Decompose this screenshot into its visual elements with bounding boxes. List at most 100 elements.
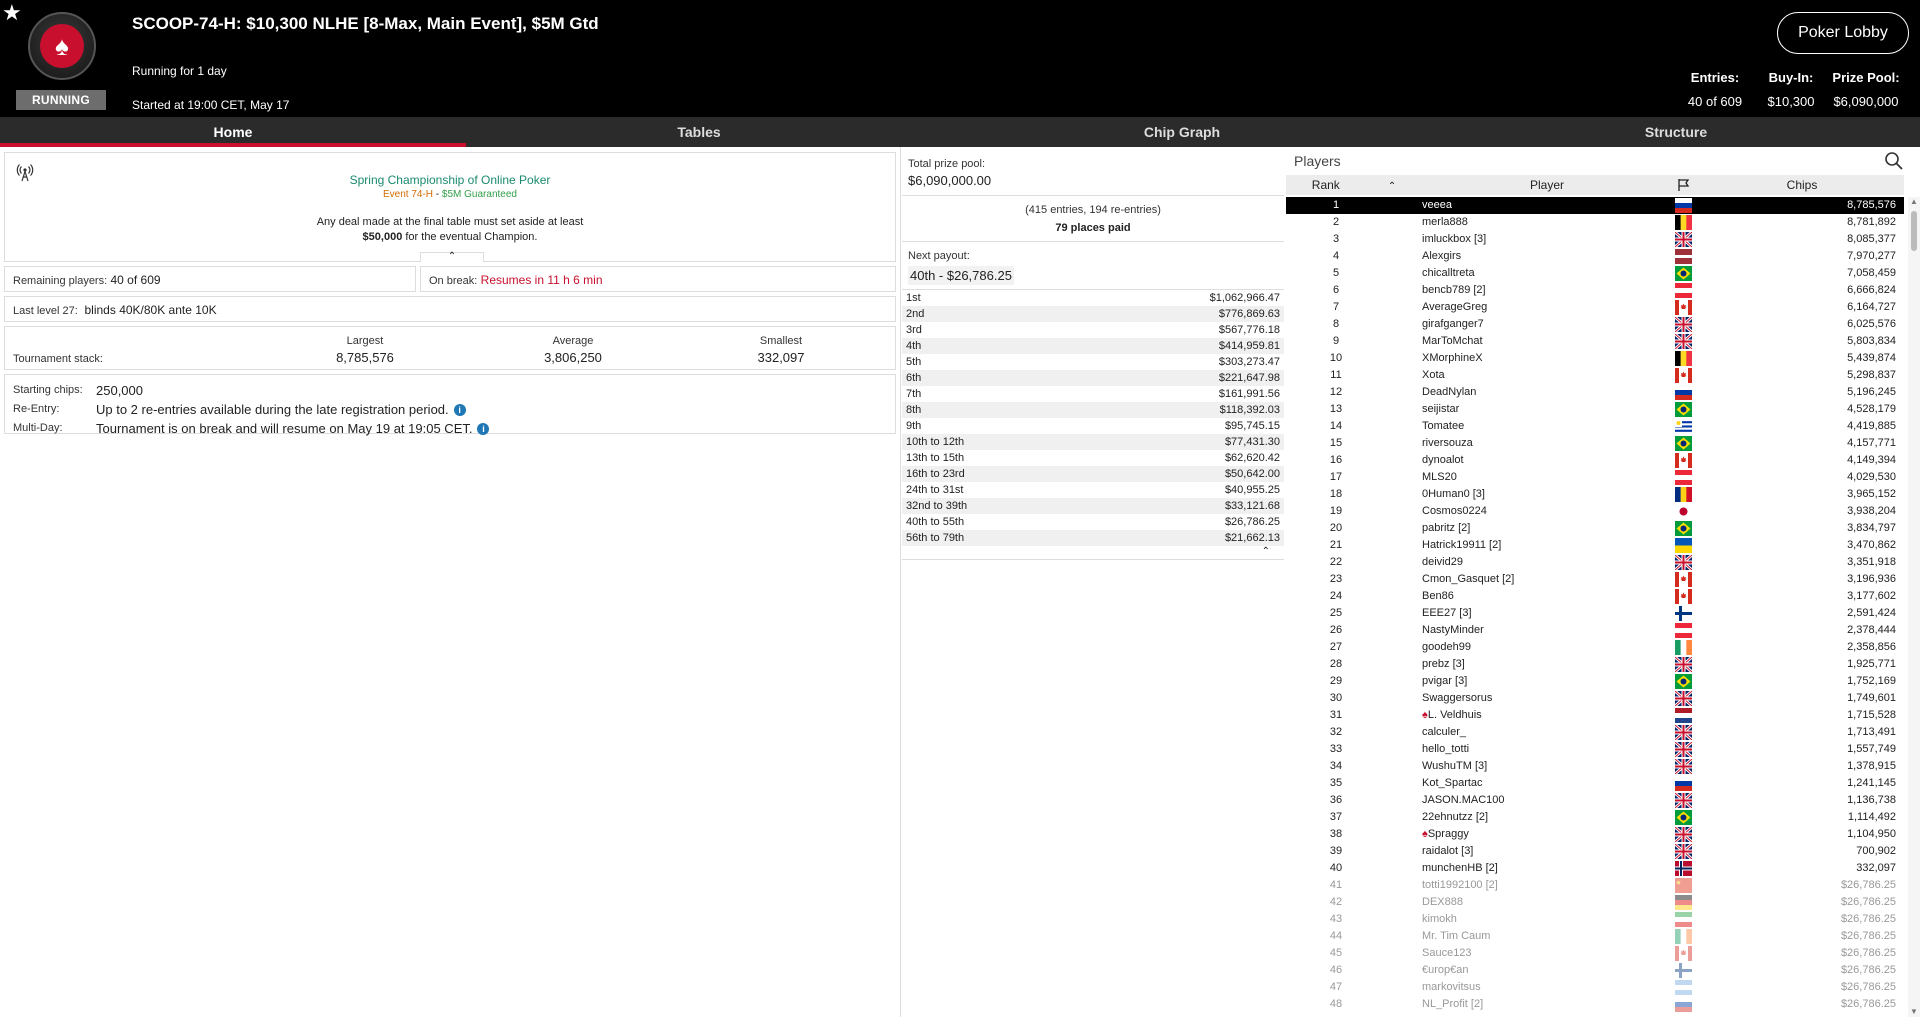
collapse-payouts-button[interactable]: ⌃ <box>902 546 1284 560</box>
player-row[interactable]: 11 Xota 5,298,837 <box>1286 367 1904 384</box>
player-name-cell: veeea <box>1422 197 1452 214</box>
tab-chip-graph[interactable]: Chip Graph <box>932 117 1432 147</box>
player-name-cell: Mr. Tim Caum <box>1422 928 1490 945</box>
player-row[interactable]: 42 DEX888 $26,786.25 <box>1286 894 1904 911</box>
player-row[interactable]: 3 imluckbox [3] 8,085,377 <box>1286 231 1904 248</box>
player-row[interactable]: 14 Tomatee 4,419,885 <box>1286 418 1904 435</box>
search-icon[interactable] <box>1884 151 1904 171</box>
player-row[interactable]: 40 munchenHB [2] 332,097 <box>1286 860 1904 877</box>
player-row[interactable]: 27 goodeh99 2,358,856 <box>1286 639 1904 656</box>
tab-tables[interactable]: Tables <box>466 117 932 147</box>
player-row[interactable]: 28 prebz [3] 1,925,771 <box>1286 656 1904 673</box>
gb-flag-icon <box>1675 334 1692 349</box>
player-row[interactable]: 17 MLS20 4,029,530 <box>1286 469 1904 486</box>
players-list: 1 veeea 8,785,576 2 merla888 8,781,892 3 imluck… <box>1286 197 1904 1013</box>
player-rank: 18 <box>1329 488 1343 500</box>
player-row[interactable]: 18 0Human0 [3] 3,965,152 <box>1286 486 1904 503</box>
payout-row: 5th $303,273.47 <box>902 354 1284 370</box>
players-title: Players <box>1294 153 1341 169</box>
payout-row: 3rd $567,776.18 <box>902 322 1284 338</box>
player-row[interactable]: 36 JASON.MAC100 1,136,738 <box>1286 792 1904 809</box>
player-row[interactable]: 39 raidalot [3] 700,902 <box>1286 843 1904 860</box>
chips-column-header[interactable]: Chips <box>1702 175 1902 195</box>
flag-icon <box>1678 179 1690 191</box>
player-name-cell: totti1992100 [2] <box>1422 877 1498 894</box>
player-row[interactable]: 33 hello_totti 1,557,749 <box>1286 741 1904 758</box>
player-row[interactable]: 10 XMorphineX 5,439,874 <box>1286 350 1904 367</box>
gb-flag-icon <box>1675 691 1692 706</box>
player-row[interactable]: 37 22ehnutzz [2] 1,114,492 <box>1286 809 1904 826</box>
next-payout: Next payout: 40th - $26,786.25 <box>902 242 1284 290</box>
scroll-thumb[interactable] <box>1911 211 1917 251</box>
player-row[interactable]: 20 pabritz [2] 3,834,797 <box>1286 520 1904 537</box>
info-icon[interactable]: i <box>477 423 490 435</box>
player-name-cell: dynoalot <box>1422 452 1464 469</box>
player-row[interactable]: 47 markovitsus $26,786.25 <box>1286 979 1904 996</box>
player-row[interactable]: 6 bencb789 [2] 6,666,824 <box>1286 282 1904 299</box>
player-row[interactable]: 38 ♠Spraggy 1,104,950 <box>1286 826 1904 843</box>
player-row[interactable]: 4 Alexgirs 7,970,277 <box>1286 248 1904 265</box>
player-row[interactable]: 2 merla888 8,781,892 <box>1286 214 1904 231</box>
player-row[interactable]: 23 Cmon_Gasquet [2] 3,196,936 <box>1286 571 1904 588</box>
player-row[interactable]: 44 Mr. Tim Caum $26,786.25 <box>1286 928 1904 945</box>
player-row[interactable]: 32 calculer_ 1,713,491 <box>1286 724 1904 741</box>
collapse-announcement-button[interactable]: ⌃ <box>420 252 484 262</box>
player-row[interactable]: 19 Cosmos0224 3,938,204 <box>1286 503 1904 520</box>
player-row[interactable]: 26 NastyMinder 2,378,444 <box>1286 622 1904 639</box>
player-name-cell: Ben86 <box>1422 588 1454 605</box>
player-row[interactable]: 29 pvigar [3] 1,752,169 <box>1286 673 1904 690</box>
player-row[interactable]: 16 dynoalot 4,149,394 <box>1286 452 1904 469</box>
player-chips: 4,419,885 <box>1847 420 1896 432</box>
player-name-cell: Xota <box>1422 367 1445 384</box>
player-row[interactable]: 1 veeea 8,785,576 <box>1286 197 1904 214</box>
players-scrollbar[interactable]: ▲ ▼ <box>1908 197 1920 1017</box>
player-row[interactable]: 30 Swaggersorus 1,749,601 <box>1286 690 1904 707</box>
scroll-up-icon[interactable]: ▲ <box>1909 197 1919 207</box>
player-row[interactable]: 24 Ben86 3,177,602 <box>1286 588 1904 605</box>
player-row[interactable]: 43 kimokh $26,786.25 <box>1286 911 1904 928</box>
player-row[interactable]: 41 totti1992100 [2] $26,786.25 <box>1286 877 1904 894</box>
info-icon[interactable]: i <box>453 404 466 416</box>
flag-column-header[interactable] <box>1674 175 1694 195</box>
rank-column-header[interactable]: Rank ⌃ <box>1286 175 1422 195</box>
gb-flag-icon <box>1675 232 1692 247</box>
tab-home[interactable]: Home <box>0 117 466 147</box>
players-table-header: Rank ⌃ Player Chips <box>1286 175 1904 195</box>
last-level: Last level 27: blinds 40K/80K ante 10K <box>4 296 896 322</box>
player-row[interactable]: 9 MarToMchat 5,803,834 <box>1286 333 1904 350</box>
player-row[interactable]: 5 chicalltreta 7,058,459 <box>1286 265 1904 282</box>
player-chips: 7,970,277 <box>1847 250 1896 262</box>
player-rank: 44 <box>1329 930 1343 942</box>
player-name: DEX888 <box>1422 896 1463 908</box>
player-row[interactable]: 45 Sauce123 $26,786.25 <box>1286 945 1904 962</box>
player-column-header[interactable]: Player <box>1422 175 1672 195</box>
player-row[interactable]: 35 Kot_Spartac 1,241,145 <box>1286 775 1904 792</box>
payout-place: 4th <box>906 340 922 352</box>
player-row[interactable]: 31 ♠L. Veldhuis 1,715,528 <box>1286 707 1904 724</box>
poker-lobby-button[interactable]: Poker Lobby <box>1777 12 1909 54</box>
player-row[interactable]: 48 NL_Profit [2] $26,786.25 <box>1286 996 1904 1013</box>
favorite-star-icon[interactable]: ★ <box>2 2 22 24</box>
player-row[interactable]: 12 DeadNylan 5,196,245 <box>1286 384 1904 401</box>
player-rank: 8 <box>1332 318 1340 330</box>
player-name: dynoalot <box>1422 454 1464 466</box>
scroll-down-icon[interactable]: ▼ <box>1909 1007 1919 1017</box>
player-rank: 30 <box>1329 692 1343 704</box>
player-row[interactable]: 22 deivid29 3,351,918 <box>1286 554 1904 571</box>
gb-flag-icon <box>1675 742 1692 757</box>
player-chips: $26,786.25 <box>1840 879 1896 891</box>
player-name-cell: Tomatee <box>1422 418 1464 435</box>
stack-smallest: Smallest 332,097 <box>757 335 805 365</box>
player-row[interactable]: 7 AverageGreg 6,164,727 <box>1286 299 1904 316</box>
payout-row: 7th $161,991.56 <box>902 386 1284 402</box>
player-row[interactable]: 15 riversouza 4,157,771 <box>1286 435 1904 452</box>
player-row[interactable]: 13 seijistar 4,528,179 <box>1286 401 1904 418</box>
payout-row: 9th $95,745.15 <box>902 418 1284 434</box>
tab-structure[interactable]: Structure <box>1432 117 1920 147</box>
player-row[interactable]: 8 girafganger7 6,025,576 <box>1286 316 1904 333</box>
player-row[interactable]: 25 EEE27 [3] 2,591,424 <box>1286 605 1904 622</box>
payout-place: 32nd to 39th <box>906 500 968 512</box>
player-row[interactable]: 21 Hatrick19911 [2] 3,470,862 <box>1286 537 1904 554</box>
player-row[interactable]: 34 WushuTM [3] 1,378,915 <box>1286 758 1904 775</box>
player-row[interactable]: 46 €urop€an $26,786.25 <box>1286 962 1904 979</box>
